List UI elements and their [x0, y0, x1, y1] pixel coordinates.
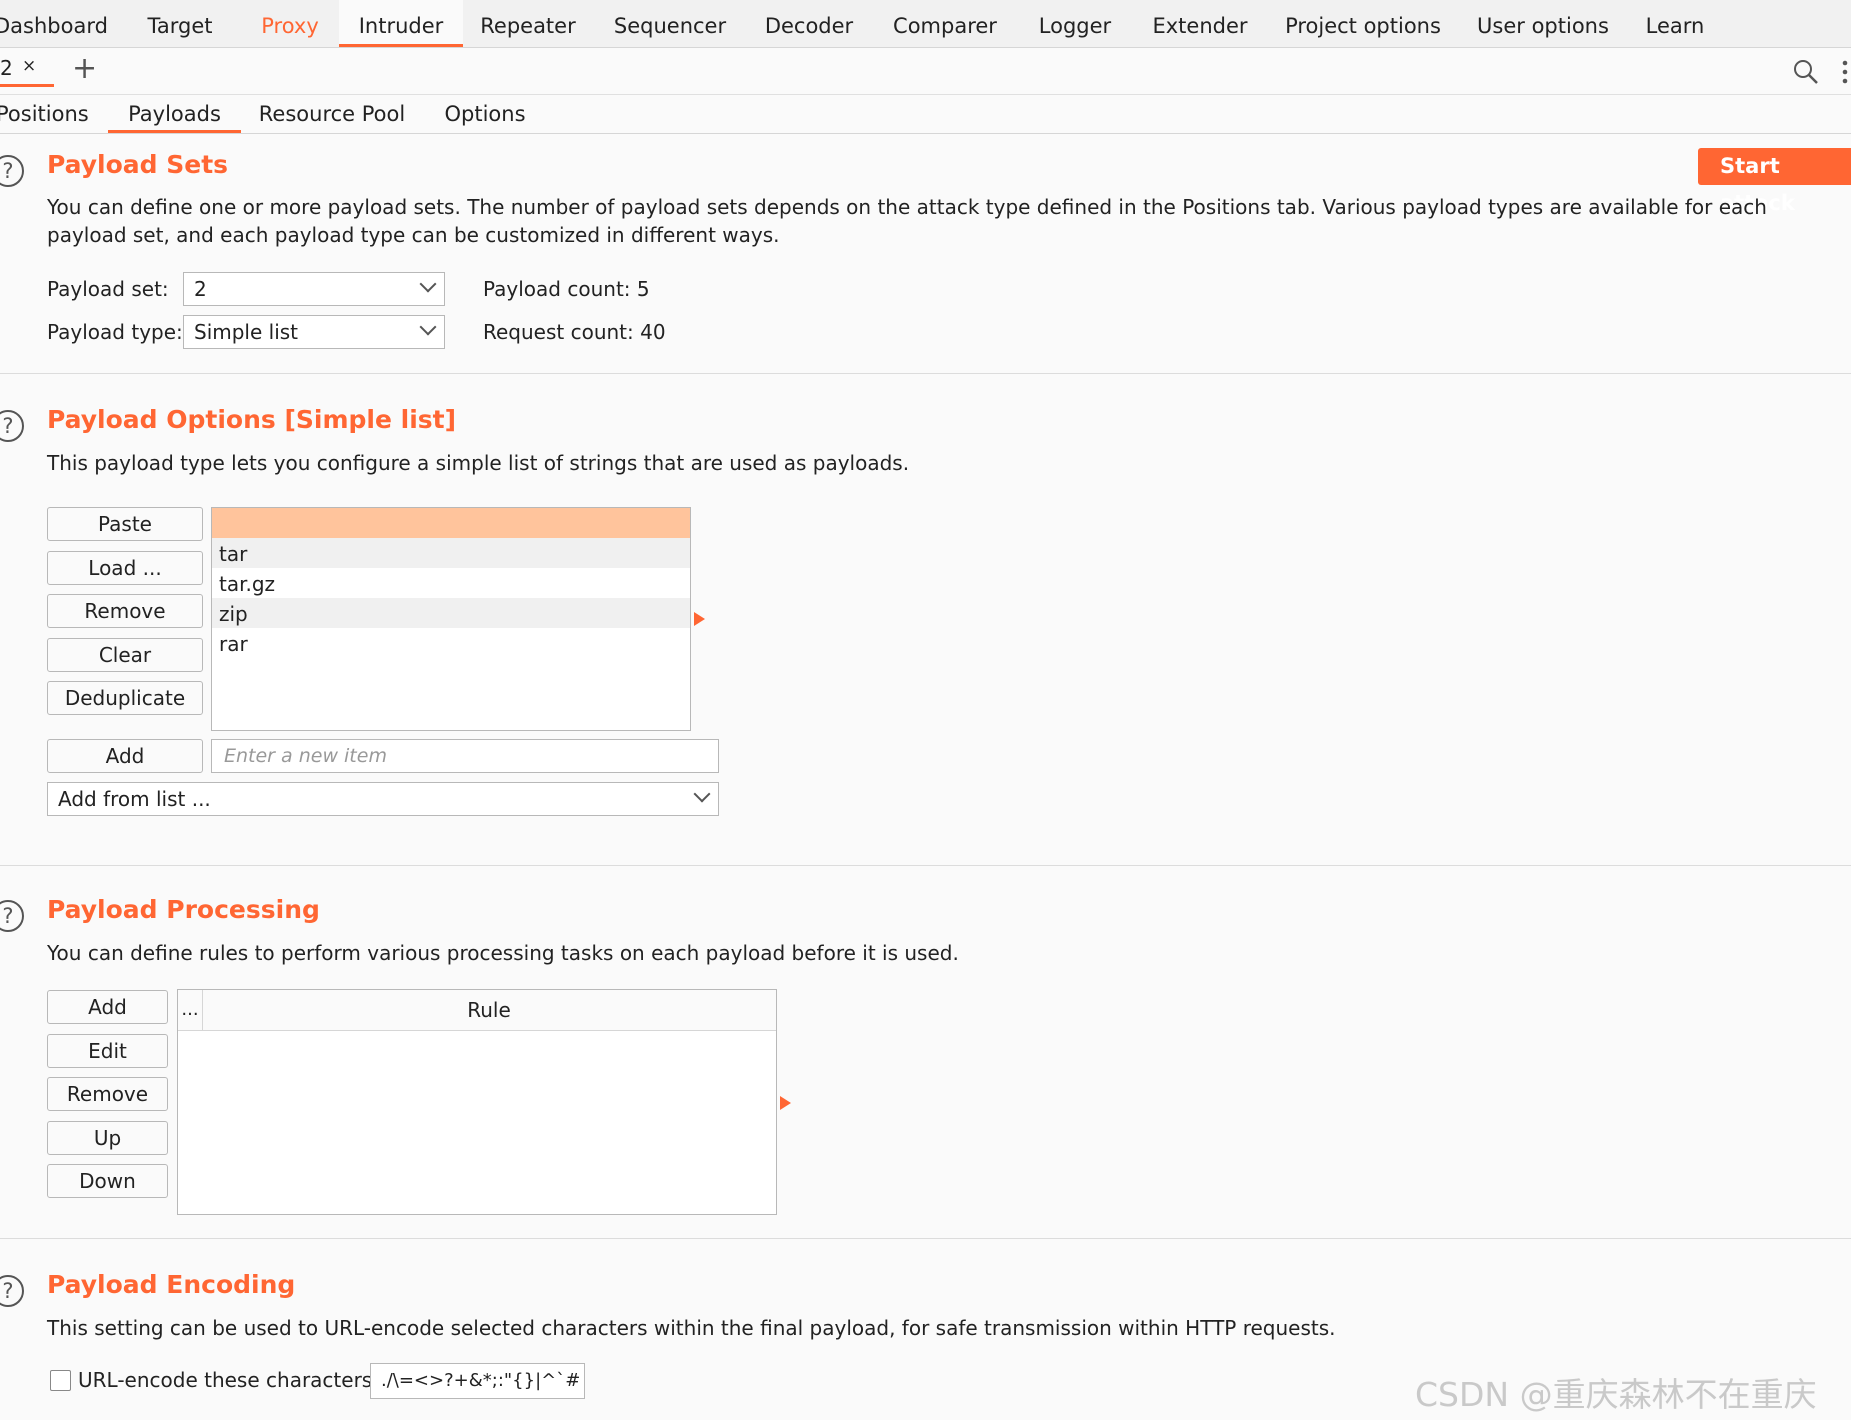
- list-row-stripe: [212, 598, 690, 628]
- more-options-icon[interactable]: [1840, 58, 1850, 86]
- section-divider: [0, 1238, 1851, 1239]
- help-icon[interactable]: ?: [0, 1275, 24, 1307]
- list-item[interactable]: zip: [219, 602, 248, 626]
- column-enabled[interactable]: ...: [178, 990, 203, 1030]
- tab-user-options[interactable]: User options: [1475, 0, 1611, 47]
- subtab-resource-pool[interactable]: Resource Pool: [258, 99, 406, 133]
- help-icon[interactable]: ?: [0, 900, 24, 932]
- rules-table[interactable]: ... Rule: [177, 989, 777, 1215]
- section-divider: [0, 373, 1851, 374]
- tab-proxy[interactable]: Proxy: [250, 0, 330, 47]
- subtab-options[interactable]: Options: [440, 99, 530, 133]
- tab-dashboard[interactable]: Dashboard: [0, 0, 108, 47]
- tab-extender[interactable]: Extender: [1150, 0, 1250, 47]
- close-icon[interactable]: ×: [22, 56, 36, 76]
- url-encode-label: URL-encode these characters:: [78, 1368, 379, 1392]
- list-item-selected[interactable]: [212, 508, 690, 538]
- tab-learn[interactable]: Learn: [1640, 0, 1710, 47]
- help-icon[interactable]: ?: [0, 155, 24, 187]
- top-nav: Dashboard Target Proxy Intruder Repeater…: [0, 0, 1851, 48]
- list-item[interactable]: rar: [219, 632, 248, 656]
- deduplicate-button[interactable]: Deduplicate: [47, 681, 203, 715]
- tab-target[interactable]: Target: [135, 0, 225, 47]
- tab-comparer[interactable]: Comparer: [890, 0, 1000, 47]
- payload-sets-title: Payload Sets: [47, 150, 229, 179]
- start-attack-button[interactable]: Start attack: [1698, 148, 1851, 215]
- payload-options-title: Payload Options [Simple list]: [47, 405, 457, 434]
- attack-tab-number: 2: [0, 56, 13, 80]
- attack-tabs-bar: 2 ×: [0, 48, 1851, 95]
- payload-count-label: Payload count: 5: [483, 277, 650, 301]
- add-rule-button[interactable]: Add: [47, 990, 168, 1024]
- subtab-positions[interactable]: Positions: [0, 99, 89, 133]
- tab-project-options[interactable]: Project options: [1283, 0, 1443, 47]
- move-down-button[interactable]: Down: [47, 1164, 168, 1198]
- payload-options-description: This payload type lets you configure a s…: [47, 451, 910, 475]
- tab-decoder[interactable]: Decoder: [758, 0, 860, 47]
- payload-set-select[interactable]: 2: [183, 272, 445, 306]
- payload-list[interactable]: tar tar.gz zip rar: [211, 507, 691, 731]
- tab-intruder[interactable]: Intruder: [339, 0, 463, 47]
- url-encode-chars-input[interactable]: ./\=<>?+&*;:"{}|^`#: [370, 1363, 585, 1399]
- payload-encoding-title: Payload Encoding: [47, 1270, 296, 1299]
- new-tab-button[interactable]: +: [72, 54, 97, 84]
- collapse-arrow-icon[interactable]: [780, 1096, 791, 1110]
- payload-set-label: Payload set:: [47, 277, 169, 301]
- list-item[interactable]: tar: [219, 542, 247, 566]
- rules-table-header: ... Rule: [178, 990, 776, 1031]
- add-from-list-label: Add from list ...: [58, 787, 211, 811]
- tab-repeater[interactable]: Repeater: [478, 0, 578, 47]
- attack-tab-2[interactable]: 2 ×: [0, 54, 54, 87]
- move-up-button[interactable]: Up: [47, 1121, 168, 1155]
- payload-processing-description: You can define rules to perform various …: [47, 941, 959, 965]
- subtab-payloads[interactable]: Payloads: [108, 99, 241, 133]
- tab-logger[interactable]: Logger: [1035, 0, 1115, 47]
- collapse-arrow-icon[interactable]: [694, 612, 705, 626]
- add-from-list-select[interactable]: Add from list ...: [47, 782, 719, 816]
- payload-processing-title: Payload Processing: [47, 895, 320, 924]
- remove-button[interactable]: Remove: [47, 594, 203, 628]
- column-rule[interactable]: Rule: [202, 990, 776, 1030]
- payload-encoding-description: This setting can be used to URL-encode s…: [47, 1316, 1336, 1340]
- payload-type-value: Simple list: [194, 320, 299, 344]
- payload-type-label: Payload type:: [47, 320, 183, 344]
- remove-rule-button[interactable]: Remove: [47, 1077, 168, 1111]
- request-count-label: Request count: 40: [483, 320, 666, 344]
- edit-rule-button[interactable]: Edit: [47, 1034, 168, 1068]
- tab-sequencer[interactable]: Sequencer: [608, 0, 732, 47]
- load-button[interactable]: Load ...: [47, 551, 203, 585]
- list-row-stripe: [212, 538, 690, 568]
- list-item[interactable]: tar.gz: [219, 572, 275, 596]
- section-divider: [0, 865, 1851, 866]
- search-icon[interactable]: [1792, 58, 1820, 86]
- chevron-down-icon: [693, 785, 711, 803]
- payload-sets-description: You can define one or more payload sets.…: [47, 195, 1767, 247]
- add-item-button[interactable]: Add: [47, 739, 203, 773]
- watermark: CSDN @重庆森林不在重庆: [1415, 1375, 1817, 1414]
- paste-button[interactable]: Paste: [47, 507, 203, 541]
- sub-tabs: Positions Payloads Resource Pool Options: [0, 95, 1851, 134]
- url-encode-checkbox[interactable]: [50, 1370, 71, 1391]
- chevron-down-icon: [419, 318, 437, 336]
- payload-set-value: 2: [194, 277, 207, 301]
- help-icon[interactable]: ?: [0, 410, 24, 442]
- payload-type-select[interactable]: Simple list: [183, 315, 445, 349]
- new-item-input[interactable]: Enter a new item: [211, 739, 719, 773]
- clear-button[interactable]: Clear: [47, 638, 203, 672]
- chevron-down-icon: [419, 275, 437, 293]
